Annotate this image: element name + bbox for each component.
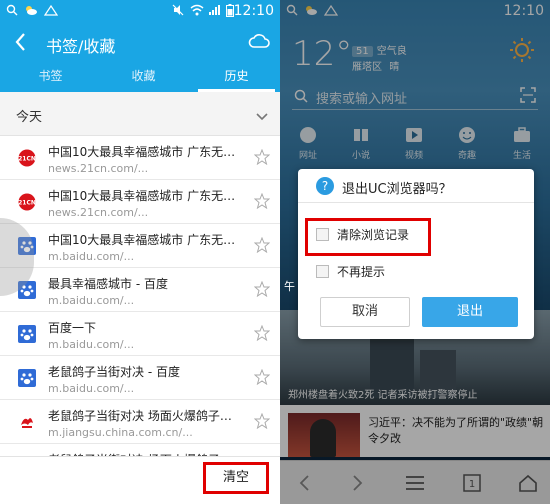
star-icon[interactable]: [253, 148, 271, 169]
app-header: 书签/收藏: [0, 24, 280, 64]
tab-label: 书签: [38, 69, 63, 83]
option-label: 不再提示: [337, 265, 386, 279]
star-icon[interactable]: [253, 192, 271, 213]
21cn-icon: 21CN: [18, 149, 36, 167]
status-time: 12:10: [233, 3, 274, 19]
history-url: m.jiangsu.china.com.cn/...: [48, 426, 193, 439]
history-url: m.baidu.com/...: [48, 338, 135, 351]
dialog-title: 退出UC浏览器吗？: [342, 182, 452, 197]
history-url: m.baidu.com/...: [48, 250, 135, 263]
star-icon[interactable]: [253, 236, 271, 257]
exit-button[interactable]: 退出: [422, 297, 518, 327]
history-list: 21CN 中国10大最具幸福感城市 广东无城... news.21cn.com/…: [0, 136, 280, 488]
cancel-button[interactable]: 取消: [320, 297, 410, 327]
history-item[interactable]: 最具幸福感城市 - 百度 m.baidu.com/...: [0, 268, 280, 312]
question-icon: ?: [316, 177, 334, 195]
news-section-label: 午: [284, 280, 295, 293]
history-title: 百度一下: [48, 321, 97, 335]
history-item[interactable]: 21CN 中国10大最具幸福感城市 广东无城... news.21cn.com/…: [0, 180, 280, 224]
notification-icon: [43, 4, 59, 19]
star-icon[interactable]: [253, 280, 271, 301]
wifi-icon: [190, 4, 204, 19]
history-url: news.21cn.com/...: [48, 206, 149, 219]
jiangsu-icon: [18, 413, 36, 431]
tab-favorites[interactable]: 收藏: [97, 64, 190, 92]
history-item[interactable]: 百度一下 m.baidu.com/...: [0, 312, 280, 356]
history-item[interactable]: 中国10大最具幸福感城市 广东无城... m.baidu.com/...: [0, 224, 280, 268]
history-item[interactable]: 老鼠鸽子当街对决 场面火爆鸽子竟被... m.jiangsu.china.com…: [0, 400, 280, 444]
cloud-sync-icon[interactable]: [248, 32, 270, 54]
back-icon[interactable]: [14, 32, 26, 55]
tab-history[interactable]: 历史: [190, 64, 280, 92]
tab-bar: 书签 收藏 历史: [0, 64, 280, 92]
history-title: 老鼠鸽子当街对决 场面火爆鸽子竟被...: [48, 409, 243, 423]
history-url: m.baidu.com/...: [48, 294, 135, 307]
highlight-box: [305, 218, 431, 256]
history-group-header[interactable]: 今天: [0, 92, 280, 136]
21cn-icon: 21CN: [18, 193, 36, 211]
page-title: 书签/收藏: [46, 37, 116, 56]
history-item[interactable]: 老鼠鸽子当街对决 - 百度 m.baidu.com/...: [0, 356, 280, 400]
bookmarks-screen: 12:10 书签/收藏 书签 收藏 历史 今天 21CN 中国10大最具幸福感城…: [0, 0, 280, 504]
star-icon[interactable]: [253, 412, 271, 433]
history-title: 最具幸福感城市 - 百度: [48, 277, 168, 291]
svg-text:21CN: 21CN: [18, 200, 36, 207]
group-label: 今天: [16, 110, 43, 125]
tab-label: 收藏: [131, 69, 156, 83]
star-icon[interactable]: [253, 324, 271, 345]
baidu-icon: [18, 325, 36, 343]
history-url: m.baidu.com/...: [48, 382, 135, 395]
tab-label: 历史: [224, 69, 249, 83]
history-title: 中国10大最具幸福感城市 广东无城...: [48, 233, 243, 247]
history-url: news.21cn.com/...: [48, 162, 149, 175]
status-bar: 12:10: [0, 0, 280, 24]
baidu-icon: [18, 369, 36, 387]
checkbox[interactable]: [316, 265, 329, 278]
history-item[interactable]: 21CN 中国10大最具幸福感城市 广东无城... news.21cn.com/…: [0, 136, 280, 180]
history-title: 中国10大最具幸福感城市 广东无城...: [48, 189, 243, 203]
star-icon[interactable]: [253, 368, 271, 389]
signal-icon: [208, 4, 222, 19]
exit-dialog: ? 退出UC浏览器吗？ 清除浏览记录 不再提示 取消 退出: [298, 169, 534, 339]
tab-bookmarks[interactable]: 书签: [4, 64, 97, 92]
history-title: 老鼠鸽子当街对决 - 百度: [48, 365, 180, 379]
search-icon: [6, 4, 18, 19]
svg-text:21CN: 21CN: [18, 156, 36, 163]
dont-ask-again-option[interactable]: 不再提示: [316, 263, 385, 280]
dialog-header: ? 退出UC浏览器吗？: [298, 169, 534, 203]
mute-icon: [172, 4, 184, 19]
chevron-down-icon: [256, 106, 268, 125]
history-title: 中国10大最具幸福感城市 广东无城...: [48, 145, 243, 159]
clear-history-button[interactable]: 清空: [203, 462, 269, 494]
weather-icon: [24, 4, 38, 19]
